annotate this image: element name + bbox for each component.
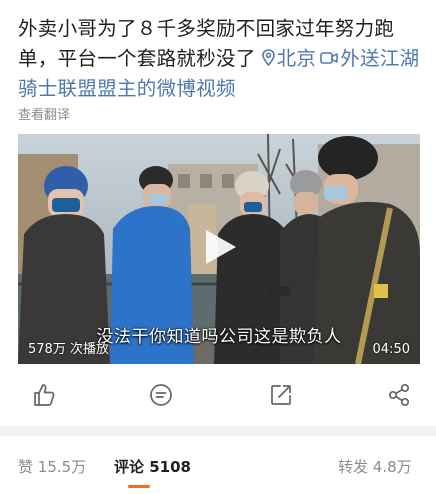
tab-comments[interactable]: 评论 5108	[114, 456, 191, 477]
location-pin-icon	[261, 49, 275, 66]
repost-icon[interactable]	[268, 382, 294, 408]
interaction-tabs: 赞 15.5万 评论 5108 转发 4.8万	[0, 436, 436, 494]
section-divider	[0, 426, 436, 436]
share-icon[interactable]	[386, 382, 412, 408]
tab-reposts-count: 4.8万	[372, 458, 412, 476]
active-tab-indicator	[128, 485, 150, 488]
tab-reposts[interactable]: 转发 4.8万	[338, 456, 412, 477]
play-button-icon[interactable]	[206, 230, 236, 264]
view-count: 578万 次播放	[28, 342, 109, 357]
comment-bubble-icon[interactable]	[148, 382, 174, 408]
tab-likes[interactable]: 赞 15.5万	[18, 456, 86, 477]
video-camera-icon	[320, 52, 338, 64]
action-bar	[0, 376, 436, 414]
tab-comments-label: 评论	[114, 458, 145, 476]
video-duration: 04:50	[372, 342, 410, 357]
thumbs-up-icon[interactable]	[31, 382, 57, 408]
tab-comments-count: 5108	[149, 458, 191, 476]
translate-link[interactable]: 查看翻译	[18, 104, 70, 123]
tab-reposts-label: 转发	[338, 458, 369, 476]
tab-likes-label: 赞	[18, 458, 34, 476]
tab-likes-count: 15.5万	[37, 458, 87, 476]
location-link[interactable]: 北京	[277, 47, 317, 70]
video-player[interactable]: 没法干你知道吗公司这是欺负人 578万 次播放 04:50	[18, 134, 420, 364]
post-text-block: 外卖小哥为了８千多奖励不回家过年努力跑单，平台一个套路就秒没了 北京 外送江湖骑士联…	[18, 14, 422, 104]
